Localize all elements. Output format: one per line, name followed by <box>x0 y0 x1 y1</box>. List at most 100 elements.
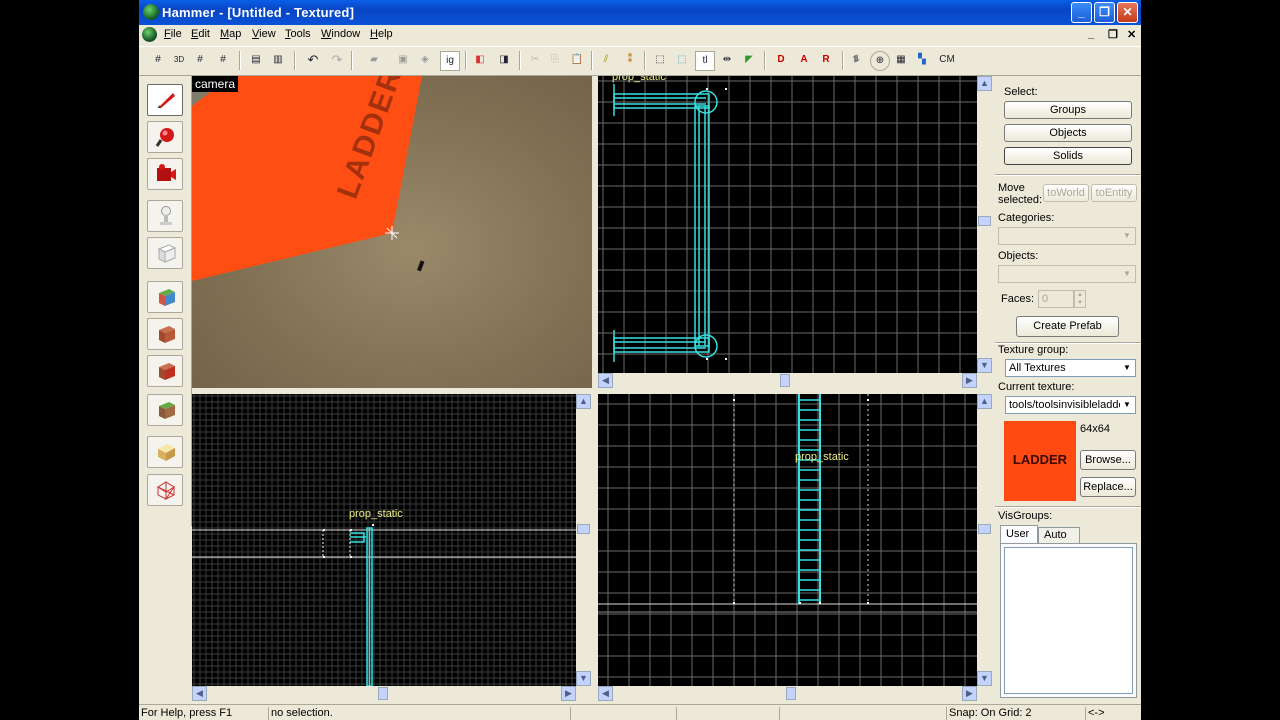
visgroups-tree[interactable] <box>1004 547 1133 694</box>
scroll-down-icon[interactable]: ▼ <box>576 671 591 686</box>
texture-application-tool[interactable] <box>147 281 183 313</box>
scroll-up-icon[interactable]: ▲ <box>576 394 591 409</box>
carve-icon[interactable]: ▰ <box>365 51 383 69</box>
clipping-tool[interactable] <box>147 436 183 468</box>
scroll-left-icon[interactable]: ◀ <box>192 686 207 701</box>
scroll-left-icon[interactable]: ◀ <box>598 686 613 701</box>
front-viewport-vscroll[interactable]: ▲ ▼ <box>576 394 591 686</box>
visgroups-list[interactable] <box>1000 543 1137 698</box>
tie-to-entity-icon[interactable]: ◈ <box>416 51 434 69</box>
menu-map[interactable]: Map <box>220 28 241 40</box>
grid-smaller-icon[interactable]: # <box>191 51 209 69</box>
center-camera-icon[interactable]: ⊕ <box>870 51 890 71</box>
scroll-thumb[interactable] <box>978 524 991 534</box>
scroll-up-icon[interactable]: ▲ <box>977 76 992 91</box>
scroll-down-icon[interactable]: ▼ <box>977 671 992 686</box>
menu-edit[interactable]: Edit <box>191 28 210 40</box>
entity-tool[interactable] <box>147 200 183 232</box>
scroll-right-icon[interactable]: ▶ <box>962 686 977 701</box>
visgroups-tab-auto[interactable]: Auto <box>1038 527 1080 543</box>
undo-icon[interactable]: ↶ <box>304 51 322 69</box>
apply-texture-tool[interactable] <box>147 318 183 350</box>
categories-dropdown[interactable]: ▼ <box>998 227 1136 245</box>
to-entity-button[interactable]: toEntity <box>1091 184 1137 202</box>
map-grid-icon[interactable]: ▦ <box>892 51 910 69</box>
menu-view[interactable]: View <box>252 28 276 40</box>
front-2d-viewport[interactable]: prop_static <box>192 394 576 686</box>
mdi-minimize-button[interactable]: _ <box>1088 28 1094 40</box>
overlay-tool[interactable] <box>147 394 183 426</box>
select-box-icon[interactable]: ⬚ <box>651 51 669 69</box>
camera-viewport[interactable]: LADDER camera <box>192 76 592 388</box>
menu-window[interactable]: Window <box>321 28 360 40</box>
objects-button[interactable]: Objects <box>1004 124 1132 142</box>
vertex-tool[interactable] <box>147 474 183 506</box>
magnify-tool[interactable] <box>147 121 183 153</box>
display-helpers-icon[interactable]: A <box>795 51 813 69</box>
scroll-thumb[interactable] <box>378 687 388 700</box>
faces-spinner[interactable]: ▲ ▼ <box>1074 290 1086 308</box>
texture-lock-icon[interactable]: tl <box>695 51 715 71</box>
texture-app-icon[interactable]: ⫽ <box>597 51 615 69</box>
browse-button[interactable]: Browse... <box>1080 450 1136 470</box>
select-face-icon[interactable]: ⬚ <box>673 51 691 69</box>
hide-selected-icon[interactable]: ◧ <box>471 51 489 69</box>
scroll-right-icon[interactable]: ▶ <box>962 373 977 388</box>
redo-icon[interactable]: ↷ <box>328 51 346 69</box>
groups-button[interactable]: Groups <box>1004 101 1132 119</box>
mdi-restore-button[interactable]: ❐ <box>1108 28 1118 41</box>
scroll-thumb[interactable] <box>978 216 991 226</box>
objects-dropdown[interactable]: ▼ <box>998 265 1136 283</box>
show-all-icon[interactable]: ◨ <box>495 51 513 69</box>
close-button[interactable]: ✕ <box>1117 2 1138 23</box>
scroll-thumb[interactable] <box>577 524 590 534</box>
current-texture-dropdown[interactable]: tools/toolsinvisibleladder ▼ <box>1005 396 1136 414</box>
hollow-icon[interactable]: ▣ <box>394 51 412 69</box>
ungroup-icon[interactable]: ▥ <box>269 51 287 69</box>
scroll-left-icon[interactable]: ◀ <box>598 373 613 388</box>
cut-icon[interactable]: ✂ <box>526 51 544 69</box>
paste-icon[interactable]: 📋 <box>568 51 586 69</box>
texture-group-dropdown[interactable]: All Textures ▼ <box>1005 359 1136 377</box>
scroll-thumb[interactable] <box>780 374 790 387</box>
maximize-button[interactable]: ❐ <box>1094 2 1115 23</box>
decal-tool[interactable] <box>147 355 183 387</box>
flip-horizontal-icon[interactable]: ⇹ <box>718 51 736 69</box>
camera-tool[interactable] <box>147 158 183 190</box>
group-icon[interactable]: ▤ <box>247 51 265 69</box>
solids-button[interactable]: Solids <box>1004 147 1132 165</box>
side-viewport-vscroll[interactable]: ▲ ▼ <box>977 394 992 686</box>
side-viewport-hscroll[interactable]: ◀ ▶ <box>598 686 977 701</box>
texture-preview[interactable]: LADDER <box>1004 421 1076 501</box>
cubemap-icon[interactable]: ▚ <box>913 51 931 69</box>
scroll-right-icon[interactable]: ▶ <box>561 686 576 701</box>
faces-input[interactable]: 0 <box>1038 290 1074 308</box>
visgroups-tab-user[interactable]: User <box>1000 525 1038 543</box>
create-prefab-button[interactable]: Create Prefab <box>1016 316 1119 337</box>
copy-icon[interactable]: ⎘ <box>546 51 564 69</box>
side-2d-viewport[interactable]: prop_static <box>598 394 977 686</box>
selection-tool[interactable] <box>147 84 183 116</box>
cordon-button[interactable]: CM <box>936 51 958 69</box>
replace-button[interactable]: Replace... <box>1080 477 1136 497</box>
to-world-button[interactable]: toWorld <box>1043 184 1089 202</box>
menu-file[interactable]: File <box>164 28 182 40</box>
top-viewport-vscroll[interactable]: ▲ ▼ <box>977 76 992 373</box>
top-2d-viewport[interactable]: prop_static <box>598 76 977 373</box>
front-viewport-hscroll[interactable]: ◀ ▶ <box>192 686 576 701</box>
minimize-button[interactable]: _ <box>1071 2 1092 23</box>
smoothing-icon[interactable]: ⥮ <box>847 51 865 69</box>
scroll-thumb[interactable] <box>786 687 796 700</box>
scroll-down-icon[interactable]: ▼ <box>977 358 992 373</box>
display-models-icon[interactable]: D <box>772 51 790 69</box>
ignore-groups-icon[interactable]: ig <box>440 51 460 71</box>
menu-tools[interactable]: Tools <box>285 28 311 40</box>
3d-grid-icon[interactable]: 3D <box>170 51 188 69</box>
scroll-up-icon[interactable]: ▲ <box>977 394 992 409</box>
document-globe-icon[interactable] <box>142 27 157 42</box>
top-viewport-hscroll[interactable]: ◀ ▶ <box>598 373 977 388</box>
flip-vertical-icon[interactable]: ◤ <box>740 51 758 69</box>
texture-lock-scale-icon[interactable]: ⁑ <box>621 51 639 69</box>
camera-label[interactable]: camera <box>192 76 239 92</box>
grid-toggle-icon[interactable]: # <box>149 51 167 69</box>
